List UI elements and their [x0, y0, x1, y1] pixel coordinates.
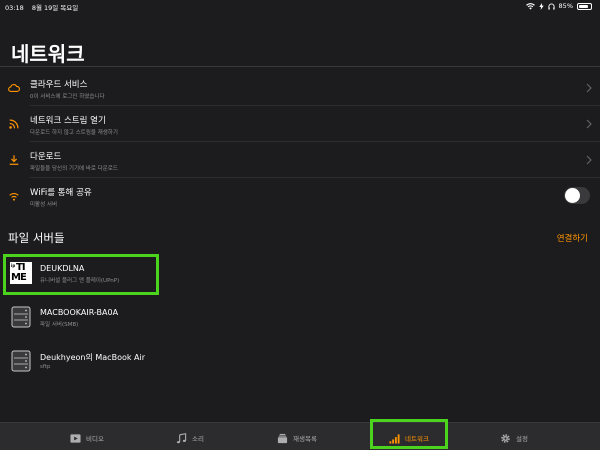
- tab-label: 재생목록: [293, 435, 317, 443]
- cloud-services-row[interactable]: 클라우드 서비스 0이 서비스에 로그인 하였습니다: [0, 70, 600, 106]
- server-type: sftp: [40, 364, 51, 370]
- tab-video[interactable]: 비디오: [70, 431, 104, 445]
- server-type: 파일 서버(SMB): [40, 322, 79, 328]
- battery-percent: 85%: [558, 2, 573, 10]
- chevron-right-icon: [586, 119, 592, 129]
- highlight-box: [370, 419, 448, 449]
- server-icon: [11, 350, 31, 372]
- toggle-knob: [565, 188, 580, 203]
- tab-bar: 비디오 소리 재생목록 네트워크 설정: [0, 419, 600, 450]
- row-subtitle: 다운로드 하지 않고 스트림을 재생하기: [30, 130, 118, 136]
- tab-settings[interactable]: 설정: [500, 431, 528, 445]
- wifi-share-row: WiFi를 통해 공유 미활성 서버: [0, 178, 600, 214]
- tab-label: 소리: [192, 435, 204, 443]
- tab-label: 설정: [516, 435, 528, 443]
- chevron-right-icon: [586, 155, 592, 165]
- headphones-icon: [547, 3, 555, 10]
- wifi-share-toggle[interactable]: [564, 187, 590, 204]
- wifi-icon: [9, 193, 19, 201]
- page-title: 네트워크: [11, 42, 85, 66]
- status-time: 03:18: [5, 4, 24, 12]
- video-icon: [70, 433, 81, 443]
- music-note-icon: [176, 432, 187, 443]
- row-title: 네트워크 스트림 열기: [30, 116, 106, 126]
- connect-button[interactable]: 연결하기: [557, 232, 588, 244]
- row-title: WiFi를 통해 공유: [30, 188, 92, 198]
- server-name: Deukhyeon의 MacBook Air: [40, 353, 146, 362]
- chevron-right-icon: [586, 83, 592, 93]
- status-date: 8월 19일 목요일: [31, 4, 79, 12]
- cloud-icon: [8, 84, 20, 92]
- download-icon: [9, 155, 19, 165]
- downloads-row[interactable]: 다운로드 파일들을 당신의 기기에 바로 다운로드: [0, 142, 600, 178]
- charging-bolt-icon: [538, 2, 544, 10]
- row-subtitle: 미활성 서버: [30, 202, 58, 208]
- server-icon: [11, 306, 31, 328]
- highlight-box: [3, 254, 159, 295]
- server-item-deukhyeon-macbook-air[interactable]: Deukhyeon의 MacBook Air sftp: [0, 342, 600, 384]
- server-item-macbookair-ba0a[interactable]: MACBOOKAIR-BA0A 파일 서버(SMB): [0, 298, 600, 340]
- row-subtitle: 0이 서비스에 로그인 하였습니다: [30, 94, 105, 100]
- title-divider: [0, 66, 600, 67]
- network-stream-row[interactable]: 네트워크 스트림 열기 다운로드 하지 않고 스트림을 재생하기: [0, 106, 600, 142]
- tab-label: 비디오: [86, 435, 104, 443]
- row-title: 클라우드 서비스: [30, 80, 88, 90]
- playlist-icon: [277, 433, 288, 443]
- status-bar: 03:18 8월 19일 목요일 85%: [0, 0, 600, 14]
- server-name: MACBOOKAIR-BA0A: [40, 308, 119, 317]
- tab-playlist[interactable]: 재생목록: [277, 431, 317, 445]
- row-title: 다운로드: [30, 152, 62, 162]
- section-title-file-servers: 파일 서버들: [8, 231, 65, 245]
- gear-icon: [501, 433, 510, 443]
- wifi-status-icon: [525, 2, 535, 10]
- battery-icon: [577, 2, 592, 10]
- tab-sound[interactable]: 소리: [176, 431, 204, 445]
- row-subtitle: 파일들을 당신의 기기에 바로 다운로드: [30, 166, 118, 172]
- rss-stream-icon: [9, 119, 19, 129]
